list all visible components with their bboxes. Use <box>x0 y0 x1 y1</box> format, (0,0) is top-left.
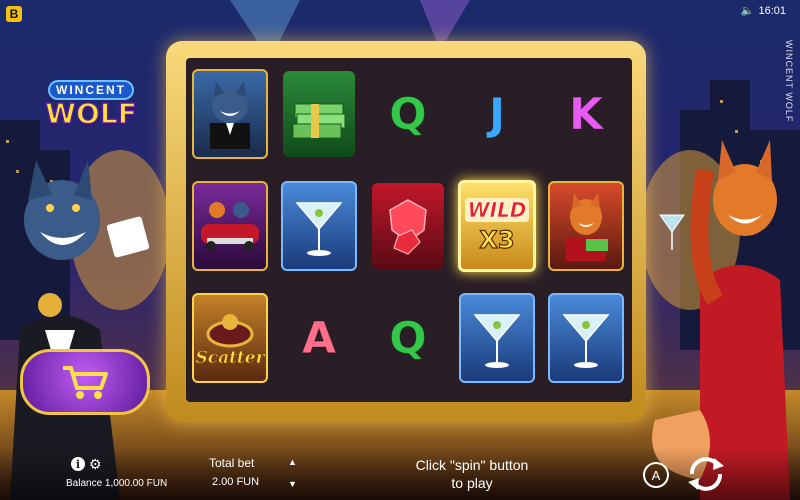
letter-symbol: K <box>568 88 604 140</box>
balance-label: Balance 1,000.00 FUN <box>66 478 168 489</box>
reel-2-row-2-martini <box>277 178 361 274</box>
reel-3-row-1-letter: Q <box>366 66 450 162</box>
gear-icon[interactable]: ⚙ <box>89 456 102 473</box>
autoplay-button[interactable]: A <box>643 462 669 488</box>
letter-symbol: A <box>301 312 337 364</box>
time-label: 16:01 <box>758 4 786 17</box>
reel-area: Scatter A Q Q J WILD X3 K <box>186 58 632 402</box>
total-bet-label: Total bet <box>209 456 255 470</box>
reel-3-row-2-ruby <box>366 178 450 274</box>
game-logo: WINCENT WOLF <box>36 80 146 131</box>
reel-3-row-3-letter: Q <box>366 290 450 386</box>
bet-decrease-icon[interactable]: ▼ <box>288 479 297 489</box>
brand-badge: B <box>6 6 22 22</box>
letter-symbol: Q <box>389 88 427 140</box>
reel-2-row-1-cash-stack <box>277 66 361 162</box>
spin-prompt-line1: Click "spin" button <box>415 457 529 473</box>
reel-4-row-2-wild-x3: WILD X3 <box>455 178 539 274</box>
reel-5-row-3-martini <box>544 290 628 386</box>
reel-5-row-2-fox-card <box>544 178 628 274</box>
bet-increase-icon[interactable]: ▲ <box>288 457 297 467</box>
total-bet-value: 2.00 FUN <box>212 476 260 488</box>
status-clock: 🔈 16:01 <box>741 4 786 18</box>
reel-2-row-3-letter: A <box>277 290 361 386</box>
info-icon[interactable]: i <box>71 457 85 471</box>
reel-1-row-3-scatter: Scatter <box>188 290 272 386</box>
wild-label: WILD <box>464 198 530 222</box>
game-title-vertical: WINCENT WOLF <box>784 40 794 123</box>
letter-symbol: J <box>488 88 506 140</box>
spin-prompt: Click "spin" button to play <box>392 456 552 492</box>
reel-5-row-1-letter: K <box>544 66 628 162</box>
sound-icon[interactable]: 🔈 <box>741 4 755 17</box>
wild-multiplier: X3 <box>479 225 515 254</box>
cart-icon <box>63 366 108 399</box>
spin-button[interactable] <box>684 452 728 496</box>
scatter-label: Scatter <box>195 348 265 369</box>
reel-1-row-1-wolf-card <box>188 66 272 162</box>
buy-feature-button[interactable] <box>20 349 150 415</box>
letter-symbol: Q <box>389 312 427 364</box>
spin-prompt-line2: to play <box>451 475 493 491</box>
reel-4-row-3-martini <box>455 290 539 386</box>
reel-4-row-1-letter: J <box>455 66 539 162</box>
logo-line2: WOLF <box>44 96 137 131</box>
reel-1-row-2-car-wild <box>188 178 272 274</box>
